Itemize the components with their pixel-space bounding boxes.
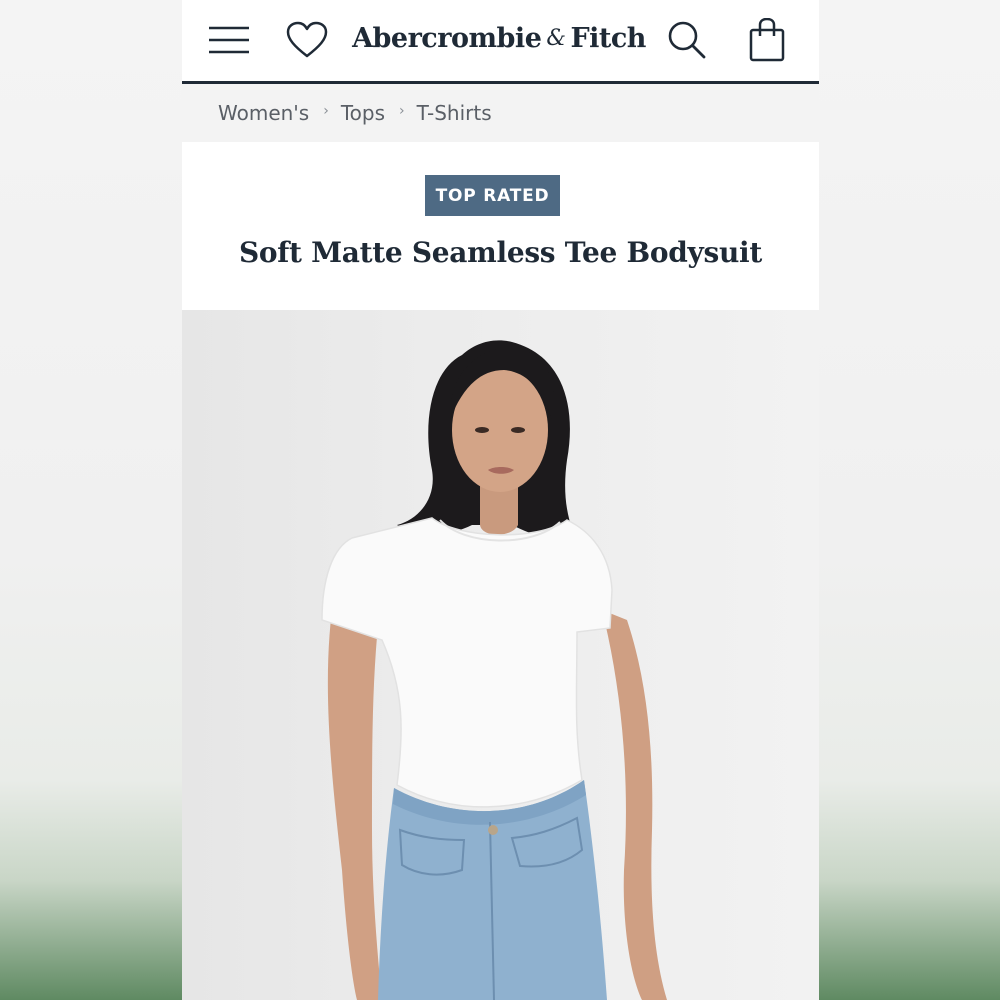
top-rated-badge: TOP RATED	[425, 175, 560, 216]
heart-icon	[286, 21, 328, 58]
brand-logo[interactable]: Abercrombie & Fitch	[352, 16, 646, 60]
search-button[interactable]	[662, 14, 712, 66]
shopping-bag-button[interactable]	[742, 14, 792, 66]
breadcrumb-item-tops[interactable]: Tops	[341, 101, 385, 125]
breadcrumb-item-womens[interactable]: Women's	[218, 101, 309, 125]
breadcrumb-separator-icon: ›	[399, 103, 405, 119]
shopping-bag-icon	[749, 18, 785, 62]
brand-name-part1: Abercrombie	[352, 22, 542, 54]
model-photo	[321, 340, 667, 1000]
wishlist-button[interactable]	[282, 14, 332, 66]
breadcrumb: Women's › Tops › T-Shirts	[182, 84, 819, 142]
breadcrumb-item-tshirts[interactable]: T-Shirts	[417, 101, 492, 125]
brand-name-part2: Fitch	[570, 22, 646, 54]
mobile-page: Abercrombie & Fitch Women's › Tops › T-Shi…	[182, 0, 819, 1000]
search-icon	[668, 21, 706, 59]
site-header: Abercrombie & Fitch	[182, 0, 819, 84]
breadcrumb-separator-icon: ›	[323, 103, 329, 119]
menu-button[interactable]	[204, 14, 254, 66]
brand-ampersand: &	[546, 25, 566, 51]
menu-icon	[209, 26, 249, 54]
product-title: Soft Matte Seamless Tee Bodysuit	[238, 236, 762, 269]
product-title-block: TOP RATED Soft Matte Seamless Tee Bodysu…	[182, 142, 819, 310]
product-image[interactable]	[182, 310, 819, 1000]
